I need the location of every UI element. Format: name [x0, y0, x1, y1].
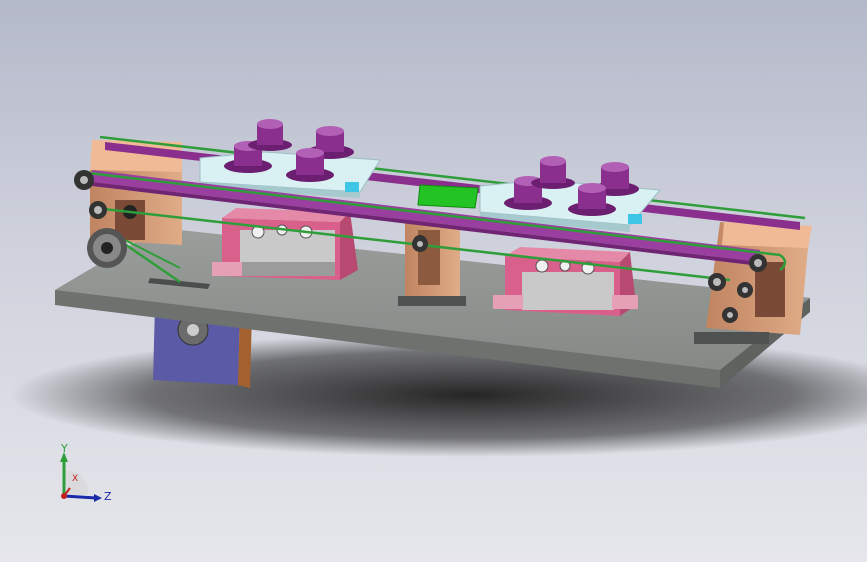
triad-graphic: [60, 452, 102, 502]
pulley-drive[interactable]: [87, 228, 127, 268]
triad-z-label: Z: [104, 490, 112, 503]
triad-x-label: X: [72, 474, 79, 484]
pulley-right-upper[interactable]: [749, 254, 767, 272]
triad-y-label: Y: [61, 442, 68, 455]
cylinder-block-right[interactable]: [493, 247, 638, 316]
pulley-left-upper[interactable]: [74, 170, 94, 190]
graphics-viewport[interactable]: Y X Z: [0, 0, 867, 562]
cad-model-view[interactable]: [0, 0, 867, 562]
cylinder-block-left[interactable]: [212, 208, 358, 280]
green-pad[interactable]: [417, 184, 479, 209]
view-orientation-triad[interactable]: Y X Z: [44, 438, 124, 518]
pulley-left-mid[interactable]: [89, 201, 107, 219]
fixture[interactable]: [248, 119, 292, 151]
pulley-center[interactable]: [412, 236, 428, 252]
fixture[interactable]: [531, 156, 575, 189]
